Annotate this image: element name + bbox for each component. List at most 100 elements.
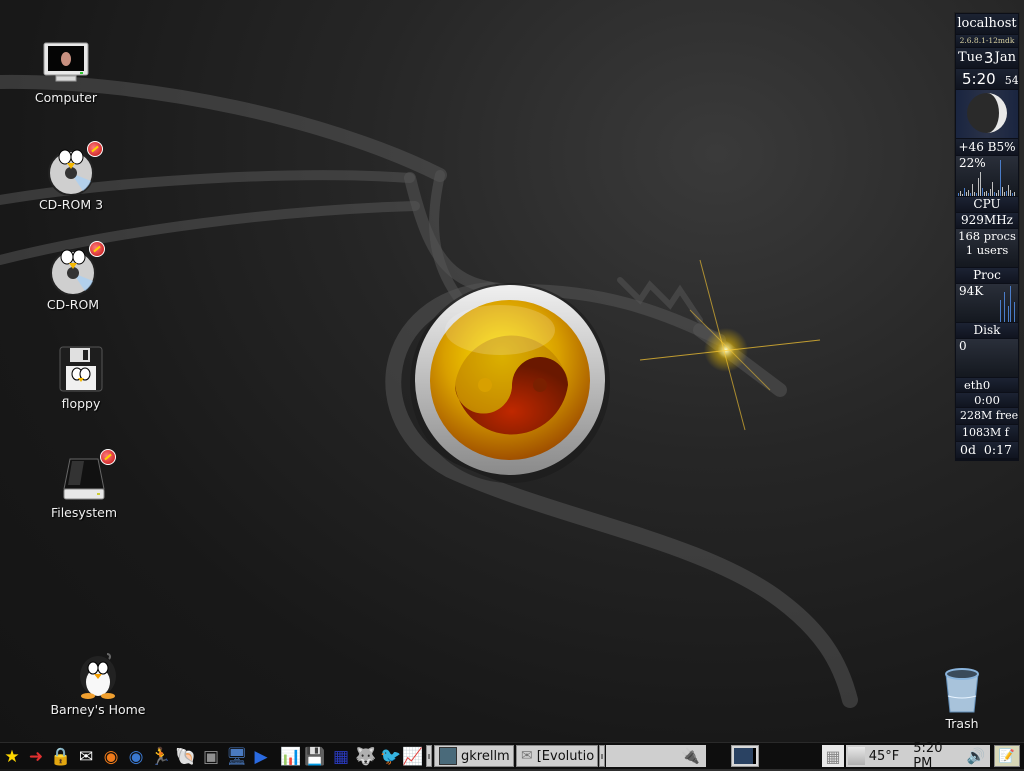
chart-bar (964, 188, 965, 196)
terminal-icon[interactable]: ▣ (200, 746, 222, 768)
chart-bar (986, 191, 987, 196)
gk-weekday: Tue (958, 50, 983, 65)
chart-bar (1012, 193, 1013, 196)
gimp-icon[interactable]: 🐺 (355, 746, 377, 768)
chart-bar (1004, 292, 1005, 322)
desktop-icon-computer[interactable]: Computer (11, 40, 121, 105)
home-penguin-icon (74, 652, 122, 700)
cdrom-icon (47, 141, 103, 196)
task-label: gkrellm (461, 748, 510, 764)
dragon-eye-flare (639, 259, 821, 431)
gk-date: Tue 3 Jan (956, 48, 1018, 68)
gk-net-timer: 0:00 (956, 393, 1018, 407)
system-monitor-icon[interactable]: 📈 (402, 746, 424, 768)
workspace-grid-icon[interactable]: ▦ (330, 746, 352, 768)
panel-drag-handle[interactable] (426, 745, 432, 767)
chart-bar (1000, 300, 1001, 322)
envelope-icon: ✉ (521, 748, 533, 764)
volume-icon: 🔊 (966, 747, 986, 765)
task-evolution[interactable]: ✉ [Evolutio (516, 745, 598, 767)
media-player-icon[interactable]: ▶ (250, 746, 272, 768)
gk-users: 1 users (965, 243, 1009, 257)
network-plug-icon: 🔌 (681, 747, 700, 765)
desktop-icon-label: Barney's Home (50, 702, 146, 717)
workspace-1[interactable] (734, 748, 756, 764)
weather-temp[interactable]: 45°F (869, 749, 900, 764)
gk-cpu-percent: 22% (959, 156, 986, 170)
chart-bar (1006, 191, 1007, 196)
gk-mem-free: 228M free (956, 408, 1018, 424)
gk-clock: 5:20 54 (956, 69, 1018, 89)
floppy-icon (57, 346, 105, 394)
network-status[interactable]: 🔌 (606, 745, 706, 767)
office-chart-icon[interactable]: 📊 (280, 746, 302, 768)
gk-disk-chart: 94K (956, 284, 1018, 322)
chart-bar (958, 193, 959, 196)
workspace-switcher[interactable] (731, 745, 759, 767)
chart-bar (960, 191, 961, 196)
chart-bar (1010, 286, 1011, 322)
chart-bar (1008, 306, 1009, 322)
backup-icon[interactable]: 💾 (304, 746, 326, 768)
logout-icon[interactable]: ➜ (25, 746, 47, 768)
chart-bar (980, 172, 981, 196)
lock-screen-icon[interactable]: 🔒 (50, 746, 72, 768)
chart-bar (1014, 302, 1015, 322)
desktop-icon-filesystem[interactable]: Filesystem (29, 449, 139, 520)
grid-icon: ▦ (825, 746, 841, 766)
task-gkrellm[interactable]: gkrellm (434, 745, 514, 767)
chart-bar (978, 178, 979, 196)
firefox-icon[interactable]: ◉ (100, 746, 122, 768)
aim-icon[interactable]: 🏃 (150, 746, 172, 768)
remote-desktop-icon[interactable]: 🖥 (226, 746, 248, 768)
chart-bar (1004, 192, 1005, 196)
gk-net-value: 0 (959, 339, 967, 353)
chart-bar (1002, 187, 1003, 196)
gk-cpu-label: CPU (956, 197, 1018, 212)
panel-drag-handle[interactable] (599, 745, 605, 767)
gk-cpu-chart: 22% (956, 156, 1018, 196)
gk-clock-sec: 54 (1004, 74, 1018, 87)
clock[interactable]: 5:20 PM (913, 741, 962, 771)
desktop-icon-floppy[interactable]: floppy (26, 346, 136, 411)
mail-icon[interactable]: ✉ (75, 746, 97, 768)
chart-bar (998, 190, 999, 196)
unmounted-badge-icon (100, 449, 116, 465)
gaim-icon[interactable]: 🐦 (380, 746, 402, 768)
chart-bar (976, 193, 977, 196)
chart-bar (1010, 190, 1011, 196)
volume-control[interactable]: 🔊 (962, 745, 990, 767)
gk-hostname: localhost (956, 14, 1018, 34)
desktop-wallpaper (0, 74, 858, 708)
desktop-icon-label: Filesystem (50, 505, 118, 520)
moon-phase-icon (967, 93, 1007, 133)
chart-bar (982, 188, 983, 196)
gk-disk-label: Disk (956, 323, 1018, 338)
gk-disk-value: 94K (959, 284, 984, 298)
notes-applet[interactable]: 📝 (994, 745, 1020, 767)
desktop-icon-label: floppy (61, 396, 101, 411)
gk-cpu-freq: 929MHz (956, 213, 1018, 228)
gk-proc-chart: 168 procs 1 users (956, 229, 1018, 267)
thunderbird-icon[interactable]: ◉ (125, 746, 147, 768)
chart-bar (966, 192, 967, 196)
desktop-icon-trash[interactable]: Trash (907, 666, 1017, 731)
chart-bar (1000, 160, 1001, 196)
cdrom-icon (49, 241, 105, 296)
trash-icon (938, 666, 986, 714)
gk-net-chart: 0 (956, 339, 1018, 377)
gk-net-label: eth0 (956, 378, 1018, 392)
gkrellm-app-icon (439, 747, 457, 765)
gk-proc-label: Proc (956, 268, 1018, 283)
gk-clock-hm: 5:20 (962, 70, 996, 88)
desktop-icon-cdrom-3[interactable]: CD-ROM 3 (16, 141, 126, 212)
show-desktop-grid-button[interactable]: ▦ (822, 745, 844, 767)
desktop-icon-home[interactable]: Barney's Home (43, 652, 153, 717)
gk-month: Jan (994, 50, 1016, 65)
chart-bar (962, 194, 963, 196)
nautilus-icon[interactable]: 🐚 (175, 746, 197, 768)
computer-icon (42, 40, 90, 88)
desktop-icon-cdrom[interactable]: CD-ROM (18, 241, 128, 312)
gkrellm-monitor[interactable]: localhost 2.6.8.1-12mdk Tue 3 Jan 5:20 5… (954, 12, 1020, 462)
main-menu-star-icon[interactable]: ★ (1, 746, 23, 768)
